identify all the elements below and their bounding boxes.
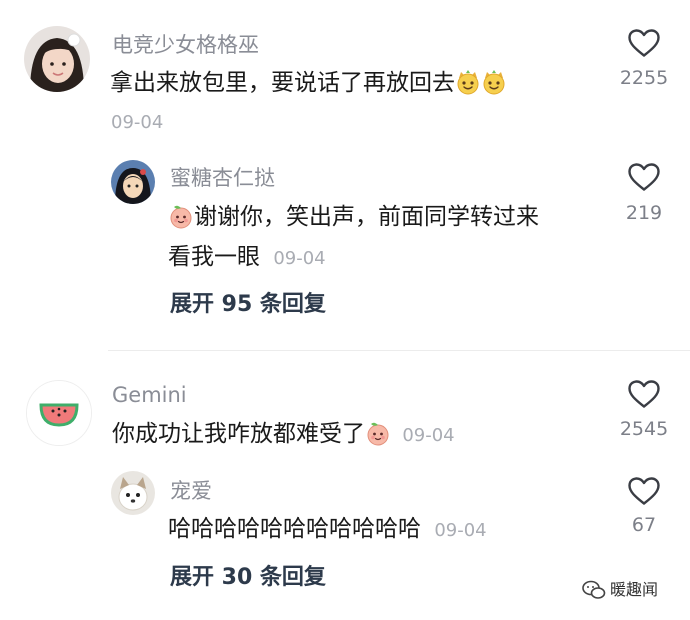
comment-date: 09-04 xyxy=(402,425,455,446)
comment-username[interactable]: Gemini xyxy=(112,382,187,408)
expand-replies-button[interactable]: 展开 30 条回复 xyxy=(170,564,326,592)
reply-text-content: 哈哈哈哈哈哈哈哈哈哈哈 xyxy=(168,516,421,542)
expand-replies-button[interactable]: 展开 95 条回复 xyxy=(170,291,326,319)
reply-text-line2: 看我一眼 09-04 xyxy=(168,242,326,272)
wechat-icon xyxy=(582,580,606,599)
cat-smile-emoji-icon xyxy=(455,69,481,95)
comment-text-content: 拿出来放包里，要说话了再放回去 xyxy=(110,70,455,96)
like-count: 67 xyxy=(631,514,657,536)
reply-text-content: 看我一眼 xyxy=(168,244,260,270)
like-count: 2545 xyxy=(619,418,669,440)
comment-text: 你成功让我咋放都难受了 09-04 xyxy=(112,419,455,449)
like-heart-icon[interactable] xyxy=(627,379,661,409)
reply-date: 09-04 xyxy=(434,520,487,541)
comment-text: 拿出来放包里，要说话了再放回去 xyxy=(110,68,507,98)
user-avatar[interactable] xyxy=(24,26,90,92)
reply-avatar[interactable] xyxy=(111,471,155,515)
reply-avatar[interactable] xyxy=(111,160,155,204)
like-count: 219 xyxy=(625,202,663,224)
reply-text-content: 谢谢你，笑出声，前面同学转过来 xyxy=(194,204,539,230)
like-heart-icon[interactable] xyxy=(627,162,661,192)
watermark: 暖趣闻 xyxy=(582,580,658,600)
comment-divider xyxy=(108,350,690,351)
cat-smile-emoji-icon xyxy=(481,69,507,95)
comment-date: 09-04 xyxy=(111,112,164,133)
like-count: 2255 xyxy=(619,67,669,89)
peach-emoji-icon xyxy=(168,203,194,229)
reply-text-line1: 谢谢你，笑出声，前面同学转过来 xyxy=(168,202,539,232)
reply-text: 哈哈哈哈哈哈哈哈哈哈哈 09-04 xyxy=(168,514,487,544)
reply-username[interactable]: 蜜糖杏仁挞 xyxy=(170,165,275,191)
reply-date: 09-04 xyxy=(273,248,326,269)
like-heart-icon[interactable] xyxy=(627,28,661,58)
reply-username[interactable]: 宠爱 xyxy=(170,478,212,504)
comment-username[interactable]: 电竞少女格格巫 xyxy=(112,32,259,58)
comment-text-content: 你成功让我咋放都难受了 xyxy=(112,421,365,447)
like-heart-icon[interactable] xyxy=(627,476,661,506)
watermark-text: 暖趣闻 xyxy=(610,580,659,599)
user-avatar[interactable] xyxy=(26,380,92,446)
peach-emoji-icon xyxy=(365,420,391,446)
